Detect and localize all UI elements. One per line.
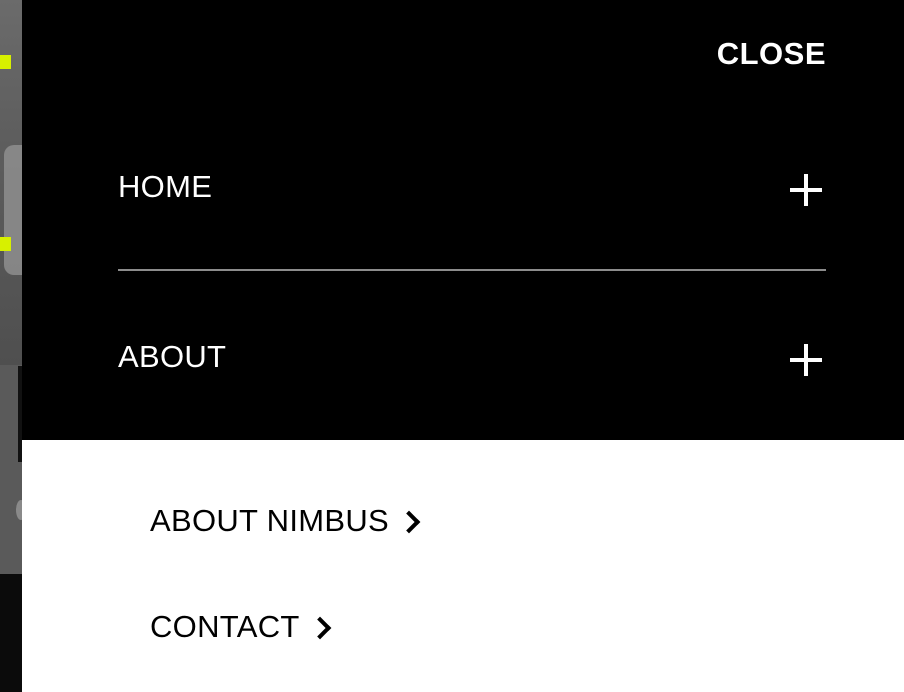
menu-item-label: ABOUT	[118, 339, 227, 374]
menu-item-label: HOME	[118, 169, 213, 204]
submenu-item-about-nimbus[interactable]: ABOUT NIMBUS	[150, 503, 421, 539]
accent-marker	[0, 55, 11, 69]
plus-icon[interactable]	[790, 174, 822, 206]
background-page	[0, 0, 26, 692]
accent-marker	[0, 237, 11, 251]
close-button[interactable]: CLOSE	[717, 36, 826, 72]
background-figure	[4, 145, 22, 275]
plus-icon[interactable]	[790, 344, 822, 376]
about-submenu: ABOUT NIMBUS CONTACT	[22, 440, 904, 692]
background-footer	[0, 574, 22, 692]
chevron-right-icon	[308, 616, 331, 639]
screen: CLOSE HOME ABOUT ABOUT NIMBUS CONTACT	[0, 0, 904, 692]
background-section	[0, 366, 18, 574]
submenu-item-label: CONTACT	[150, 609, 300, 644]
menu-divider	[118, 269, 826, 271]
menu-item-home[interactable]: HOME	[118, 157, 826, 217]
submenu-item-label: ABOUT NIMBUS	[150, 503, 390, 538]
menu-item-about[interactable]: ABOUT	[118, 327, 826, 387]
submenu-item-contact[interactable]: CONTACT	[150, 609, 331, 645]
chevron-right-icon	[397, 510, 421, 533]
